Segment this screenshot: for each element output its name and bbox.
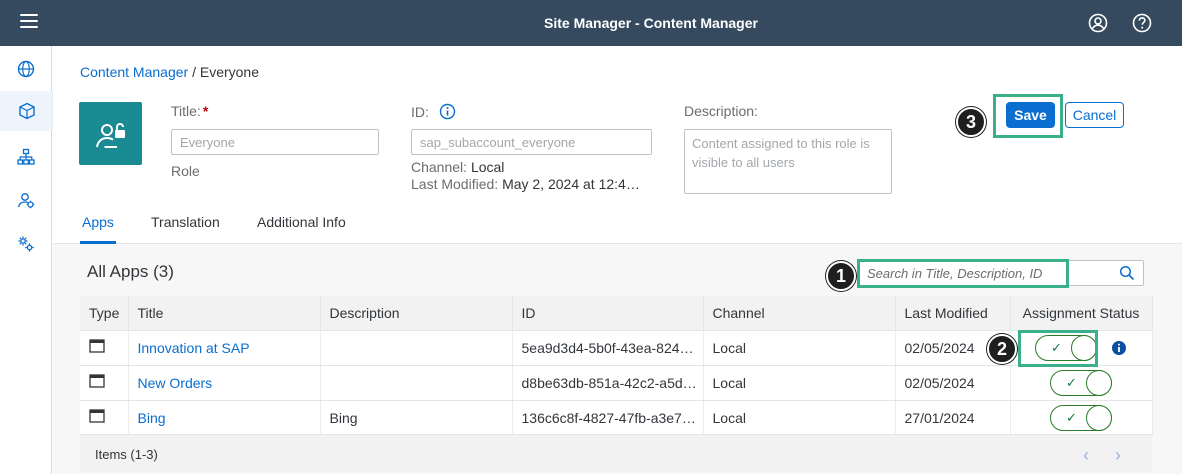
- nav-roles[interactable]: [0, 180, 52, 220]
- search-input[interactable]: Search in Title, Description, ID: [859, 260, 1144, 286]
- app-title: Site Manager - Content Manager: [544, 15, 758, 31]
- hierarchy-icon: [17, 148, 35, 165]
- callout-1: 1: [826, 261, 856, 291]
- cancel-button[interactable]: Cancel: [1065, 102, 1124, 128]
- type-cell: [80, 330, 129, 366]
- toggle-knob: [1086, 369, 1112, 396]
- app-title-link[interactable]: Bing: [128, 400, 321, 436]
- column-header-channel[interactable]: Channel: [703, 296, 896, 331]
- assignment-status-cell: ✓: [1010, 400, 1153, 436]
- app-channel: Local: [703, 400, 896, 436]
- role-avatar: [79, 102, 142, 165]
- app-description: [320, 365, 513, 401]
- assignment-toggle[interactable]: ✓: [1050, 404, 1112, 431]
- app-description: Bing: [320, 400, 513, 436]
- app-id: 136c6c8f-4827-47fb-a3e7…: [512, 400, 704, 436]
- content-area: Content Manager / Everyone Title: * Every…: [53, 46, 1182, 474]
- nav-sites[interactable]: [0, 49, 52, 89]
- app-window-icon: [89, 339, 105, 353]
- app-title-link[interactable]: Innovation at SAP: [128, 330, 321, 366]
- app-channel: Local: [703, 365, 896, 401]
- nav-settings[interactable]: [0, 224, 52, 264]
- assignment-status-cell: ✓: [1010, 365, 1153, 401]
- apps-panel: All Apps (3) Search in Title, Descriptio…: [53, 244, 1182, 474]
- nav-hierarchy[interactable]: [0, 137, 52, 177]
- type-cell: [80, 365, 129, 401]
- user-icon[interactable]: [1087, 12, 1109, 34]
- side-navigation: [0, 46, 53, 474]
- column-header-description[interactable]: Description: [320, 296, 513, 331]
- globe-icon: [17, 60, 35, 78]
- breadcrumb-content-manager[interactable]: Content Manager: [80, 64, 188, 80]
- chevron-right-icon[interactable]: ›: [1115, 445, 1121, 466]
- shell-bar: Site Manager - Content Manager: [0, 0, 1182, 46]
- callout-3: 3: [956, 107, 986, 137]
- description-textarea[interactable]: Content assigned to this role is visible…: [684, 129, 892, 194]
- object-type: Role: [171, 163, 200, 179]
- search-icon[interactable]: [1119, 265, 1135, 281]
- last-modified-info: Last Modified: May 2, 2024 at 12:4…: [411, 176, 640, 192]
- tab-apps[interactable]: Apps: [82, 214, 114, 230]
- app-channel: Local: [703, 330, 896, 366]
- app-id: d8be63db-851a-42c2-a5d…: [512, 365, 704, 401]
- check-icon: ✓: [1051, 339, 1062, 355]
- toggle-knob: [1071, 334, 1098, 361]
- required-mark: *: [202, 103, 209, 119]
- app-title-link[interactable]: New Orders: [128, 365, 321, 401]
- toggle-knob: [1086, 404, 1112, 431]
- user-role-icon: [17, 193, 35, 209]
- check-icon: ✓: [1066, 409, 1077, 425]
- title-label: Title: *: [171, 103, 209, 119]
- nav-content-manager[interactable]: [0, 91, 53, 131]
- callout-2: 2: [987, 334, 1017, 364]
- breadcrumb-separator: /: [188, 64, 200, 80]
- tab-translation[interactable]: Translation: [151, 214, 220, 230]
- role-avatar-icon: [95, 122, 125, 148]
- id-label: ID:: [411, 103, 456, 120]
- breadcrumb: Content Manager / Everyone: [80, 64, 259, 80]
- assignment-status-cell: ✓: [1010, 330, 1153, 366]
- apps-section-title: All Apps (3): [87, 262, 174, 281]
- channel-info: Channel: Local: [411, 159, 505, 175]
- breadcrumb-current: Everyone: [199, 64, 260, 80]
- package-icon: [19, 102, 35, 120]
- type-cell: [80, 400, 129, 436]
- app-window-icon: [89, 409, 105, 423]
- apps-table: Type Title Description ID Channel Last M…: [80, 296, 1153, 436]
- info-icon[interactable]: [439, 103, 456, 120]
- table-footer: Items (1-3) ‹ ›: [80, 434, 1152, 472]
- chevron-left-icon[interactable]: ‹: [1083, 445, 1089, 466]
- title-input[interactable]: Everyone: [171, 129, 379, 155]
- check-icon: ✓: [1066, 374, 1077, 390]
- description-label: Description:: [684, 103, 758, 119]
- search-placeholder: Search in Title, Description, ID: [867, 266, 1043, 281]
- app-description: [320, 330, 513, 366]
- tab-additional-info[interactable]: Additional Info: [257, 214, 346, 230]
- settings-icon: [18, 236, 34, 252]
- assignment-toggle[interactable]: ✓: [1035, 334, 1098, 361]
- items-count: Items (1-3): [95, 447, 158, 462]
- column-header-last-modified[interactable]: Last Modified: [895, 296, 1011, 331]
- help-icon[interactable]: [1131, 12, 1153, 34]
- assignment-toggle[interactable]: ✓: [1050, 369, 1112, 396]
- table-row[interactable]: New Orders d8be63db-851a-42c2-a5d… Local…: [80, 365, 1153, 401]
- column-header-assignment-status[interactable]: Assignment Status: [1010, 296, 1153, 331]
- app-last-modified: 02/05/2024: [895, 365, 1011, 401]
- column-header-id[interactable]: ID: [512, 296, 704, 331]
- info-icon[interactable]: [1111, 340, 1127, 356]
- app-last-modified: 27/01/2024: [895, 400, 1011, 436]
- table-header-row: Type Title Description ID Channel Last M…: [80, 296, 1153, 331]
- app-id: 5ea9d3d4-5b0f-43ea-824…: [512, 330, 704, 366]
- column-header-title[interactable]: Title: [128, 296, 321, 331]
- save-button[interactable]: Save: [1006, 102, 1055, 128]
- column-header-type[interactable]: Type: [80, 296, 129, 331]
- tab-bar: Apps Translation Additional Info: [53, 206, 1182, 244]
- app-window-icon: [89, 374, 105, 388]
- table-row[interactable]: Bing Bing 136c6c8f-4827-47fb-a3e7… Local…: [80, 400, 1153, 436]
- id-input[interactable]: sap_subaccount_everyone: [411, 129, 652, 155]
